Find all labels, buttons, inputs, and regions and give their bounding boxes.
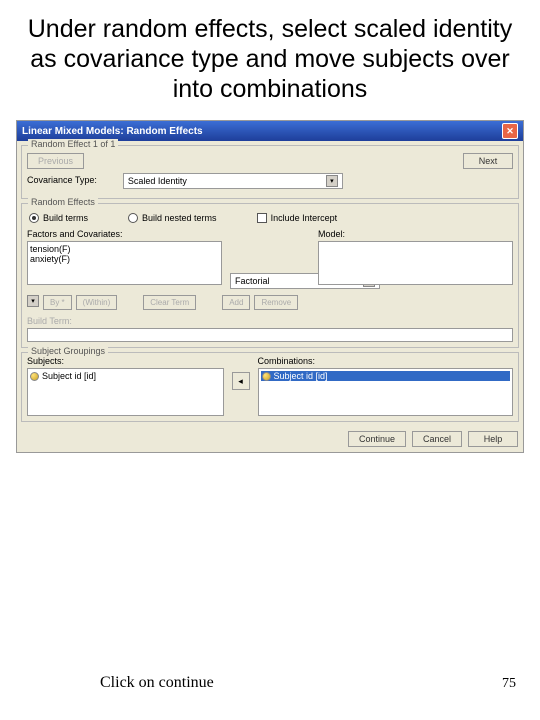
by-button[interactable]: By * [43,295,72,310]
build-term-label: Build Term: [27,316,513,326]
factors-label: Factors and Covariates: [27,229,222,239]
list-item[interactable]: Subject id [id] [261,371,510,381]
build-terms-radio[interactable]: Build terms [29,213,88,223]
frame-title-2: Random Effects [28,197,98,207]
covariance-type-select[interactable]: Scaled Identity ▾ [123,173,343,189]
page-number: 75 [502,676,516,692]
help-button[interactable]: Help [468,431,518,447]
next-button[interactable]: Next [463,153,513,169]
chevron-down-icon: ▾ [326,175,338,187]
random-effects-dialog: Linear Mixed Models: Random Effects ✕ Ra… [16,120,524,453]
factors-listbox[interactable]: tension(F) anxiety(F) [27,241,222,285]
cancel-button[interactable]: Cancel [412,431,462,447]
subjects-listbox[interactable]: Subject id [id] [27,368,224,416]
frame-title-3: Subject Groupings [28,346,108,356]
random-effect-frame: Random Effect 1 of 1 Previous Next Covar… [21,145,519,199]
footer-instruction: Click on continue [100,674,214,692]
checkbox-icon [257,213,267,223]
radio-icon [29,213,39,223]
clear-term-button[interactable]: Clear Term [143,295,196,310]
subjects-label: Subjects: [27,356,224,366]
variable-icon [262,372,271,381]
chevron-down-icon[interactable]: ▾ [27,295,39,307]
covariance-type-value: Scaled Identity [128,176,187,186]
move-left-button[interactable]: ◂ [232,372,250,390]
radio-icon [128,213,138,223]
combinations-label: Combinations: [258,356,513,366]
list-item[interactable]: Subject id [id] [30,371,221,381]
dialog-title: Linear Mixed Models: Random Effects [22,126,502,137]
frame-title-1: Random Effect 1 of 1 [28,139,118,149]
list-item[interactable]: anxiety(F) [30,254,219,264]
continue-button[interactable]: Continue [348,431,406,447]
add-button[interactable]: Add [222,295,250,310]
subject-groupings-frame: Subject Groupings Subjects: Subject id [… [21,352,519,422]
dialog-button-row: Continue Cancel Help [17,426,523,452]
model-listbox[interactable] [318,241,513,285]
instruction-text: Under random effects, select scaled iden… [0,0,540,110]
build-term-input[interactable] [27,328,513,342]
variable-icon [30,372,39,381]
close-icon[interactable]: ✕ [502,123,518,139]
build-nested-radio[interactable]: Build nested terms [128,213,217,223]
list-item[interactable]: tension(F) [30,244,219,254]
titlebar[interactable]: Linear Mixed Models: Random Effects ✕ [17,121,523,141]
model-label: Model: [318,229,513,239]
within-button[interactable]: (Within) [76,295,118,310]
previous-button[interactable]: Previous [27,153,84,169]
combinations-listbox[interactable]: Subject id [id] [258,368,513,416]
random-effects-frame: Random Effects Build terms Build nested … [21,203,519,348]
remove-button[interactable]: Remove [254,295,298,310]
covariance-type-label: Covariance Type: [27,175,97,185]
include-intercept-checkbox[interactable]: Include Intercept [257,213,338,223]
